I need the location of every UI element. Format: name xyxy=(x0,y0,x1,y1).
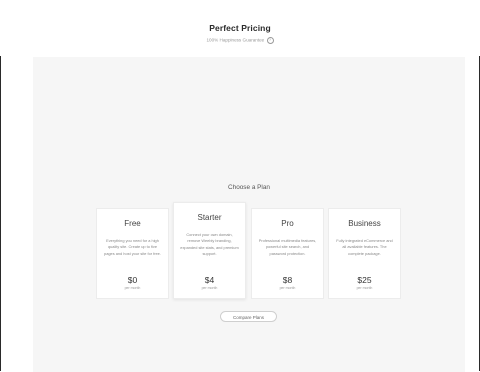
section-title: Choose a Plan xyxy=(228,184,270,191)
plan-price: $25 xyxy=(357,275,372,285)
plan-period: per month xyxy=(279,285,296,290)
compare-plans-button[interactable]: Compare Plans xyxy=(220,311,277,322)
plan-description: Connect your own domain, remove Weebly b… xyxy=(180,232,239,256)
page-header: Perfect Pricing 100% Happiness Guarantee… xyxy=(0,0,480,56)
plan-name: Free xyxy=(124,219,141,228)
page-subtitle: 100% Happiness Guarantee ? xyxy=(0,37,480,44)
plan-description: Fully integrated eCommerce and all avail… xyxy=(336,238,393,256)
plan-name: Starter xyxy=(197,213,222,222)
plan-name: Pro xyxy=(281,219,294,228)
plan-card-business[interactable]: Business Fully integrated eCommerce and … xyxy=(328,208,401,299)
guarantee-text: 100% Happiness Guarantee xyxy=(206,37,265,43)
plan-description: Everything you need for a high quality s… xyxy=(104,238,161,256)
plan-price: $8 xyxy=(282,275,293,285)
plan-price: $0 xyxy=(127,275,138,285)
plan-period: per month xyxy=(201,285,218,290)
pricing-content: Choose a Plan Free Everything you need f… xyxy=(33,57,465,372)
plan-card-starter[interactable]: Starter Connect your own domain, remove … xyxy=(173,202,246,299)
plan-card-pro[interactable]: Pro Professional multimedia features, po… xyxy=(251,208,324,299)
plan-cards: Free Everything you need for a high qual… xyxy=(96,202,401,300)
plan-description: Professional multimedia features, powerf… xyxy=(258,238,317,256)
plan-name: Business xyxy=(348,219,381,228)
help-icon[interactable]: ? xyxy=(266,37,274,44)
page-title: Perfect Pricing xyxy=(209,23,271,33)
plan-card-free[interactable]: Free Everything you need for a high qual… xyxy=(96,208,169,299)
plan-price: $4 xyxy=(204,275,215,285)
plan-period: per month xyxy=(356,285,373,290)
plan-period: per month xyxy=(124,285,141,290)
